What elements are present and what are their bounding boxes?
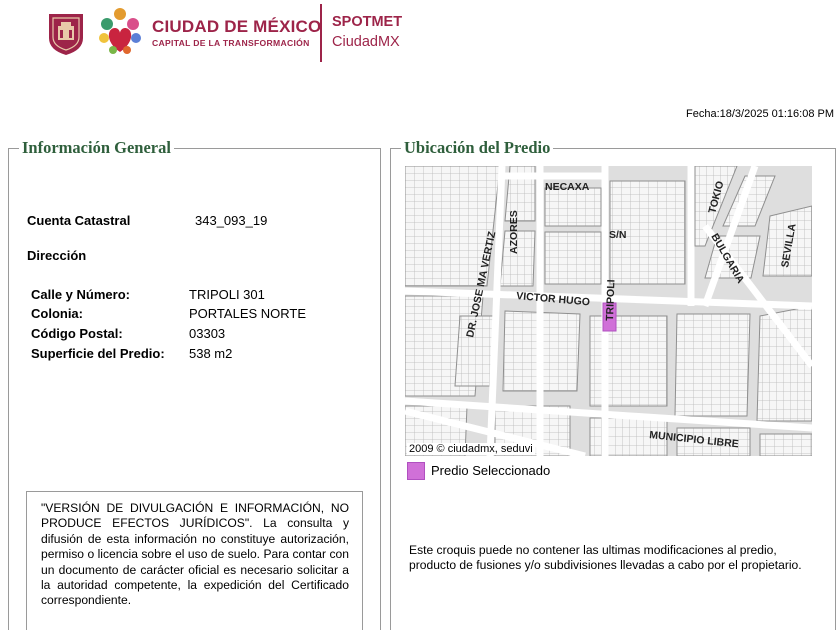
app-title: SPOTMET [332, 14, 403, 30]
cdmx-shield-logo [49, 14, 83, 55]
info-general-legend: Información General [19, 138, 174, 158]
heart-flower-logo [99, 8, 141, 54]
calle-label: Calle y Número: [31, 287, 130, 302]
predio-legend-swatch [407, 462, 425, 480]
street-label-azores: AZORES [508, 210, 520, 254]
ubicacion-legend: Ubicación del Predio [401, 138, 554, 158]
colonia-value: PORTALES NORTE [189, 306, 307, 321]
date-stamp: Fecha:18/3/2025 01:16:08 PM [686, 108, 834, 120]
direccion-label: Dirección [27, 248, 87, 263]
codigo-postal-value: 03303 [189, 326, 226, 341]
street-label-sn: S/N [609, 229, 627, 241]
predio-legend-label: Predio Seleccionado [431, 463, 551, 478]
disclaimer-text: "VERSIÓN DE DIVULGACIÓN E INFORMACIÓN, N… [41, 501, 349, 608]
location-map[interactable]: NECAXA AZORES S/N TOKIO BULGARIA SEVILLA… [405, 166, 812, 456]
superficie-value: 538 m2 [189, 346, 233, 361]
map-credit: 2009 © ciudadmx, seduvi [407, 443, 535, 455]
superficie-label: Superficie del Predio: [31, 346, 165, 361]
map-canvas: NECAXA AZORES S/N TOKIO BULGARIA SEVILLA… [405, 166, 812, 456]
cuenta-catastral-label: Cuenta Catastral [27, 213, 131, 228]
codigo-postal-label: Código Postal: [31, 326, 123, 341]
colonia-label: Colonia: [31, 306, 83, 321]
calle-value: TRIPOLI 301 [189, 287, 265, 302]
street-label-necaxa: NECAXA [545, 181, 590, 193]
disclaimer-box: "VERSIÓN DE DIVULGACIÓN E INFORMACIÓN, N… [26, 491, 363, 630]
brand-subtitle: CAPITAL DE LA TRANSFORMACIÓN [152, 38, 310, 48]
cuenta-catastral-value: 343_093_19 [195, 213, 268, 228]
header-divider [320, 4, 322, 62]
brand-title: CIUDAD DE MÉXICO [152, 17, 322, 36]
map-note: Este croquis puede no contener las ultim… [409, 543, 802, 573]
header: CIUDAD DE MÉXICO CAPITAL DE LA TRANSFORM… [0, 0, 840, 70]
street-label-tripoli: TRIPOLI [604, 279, 617, 321]
app-subtitle: CiudadMX [332, 34, 400, 50]
